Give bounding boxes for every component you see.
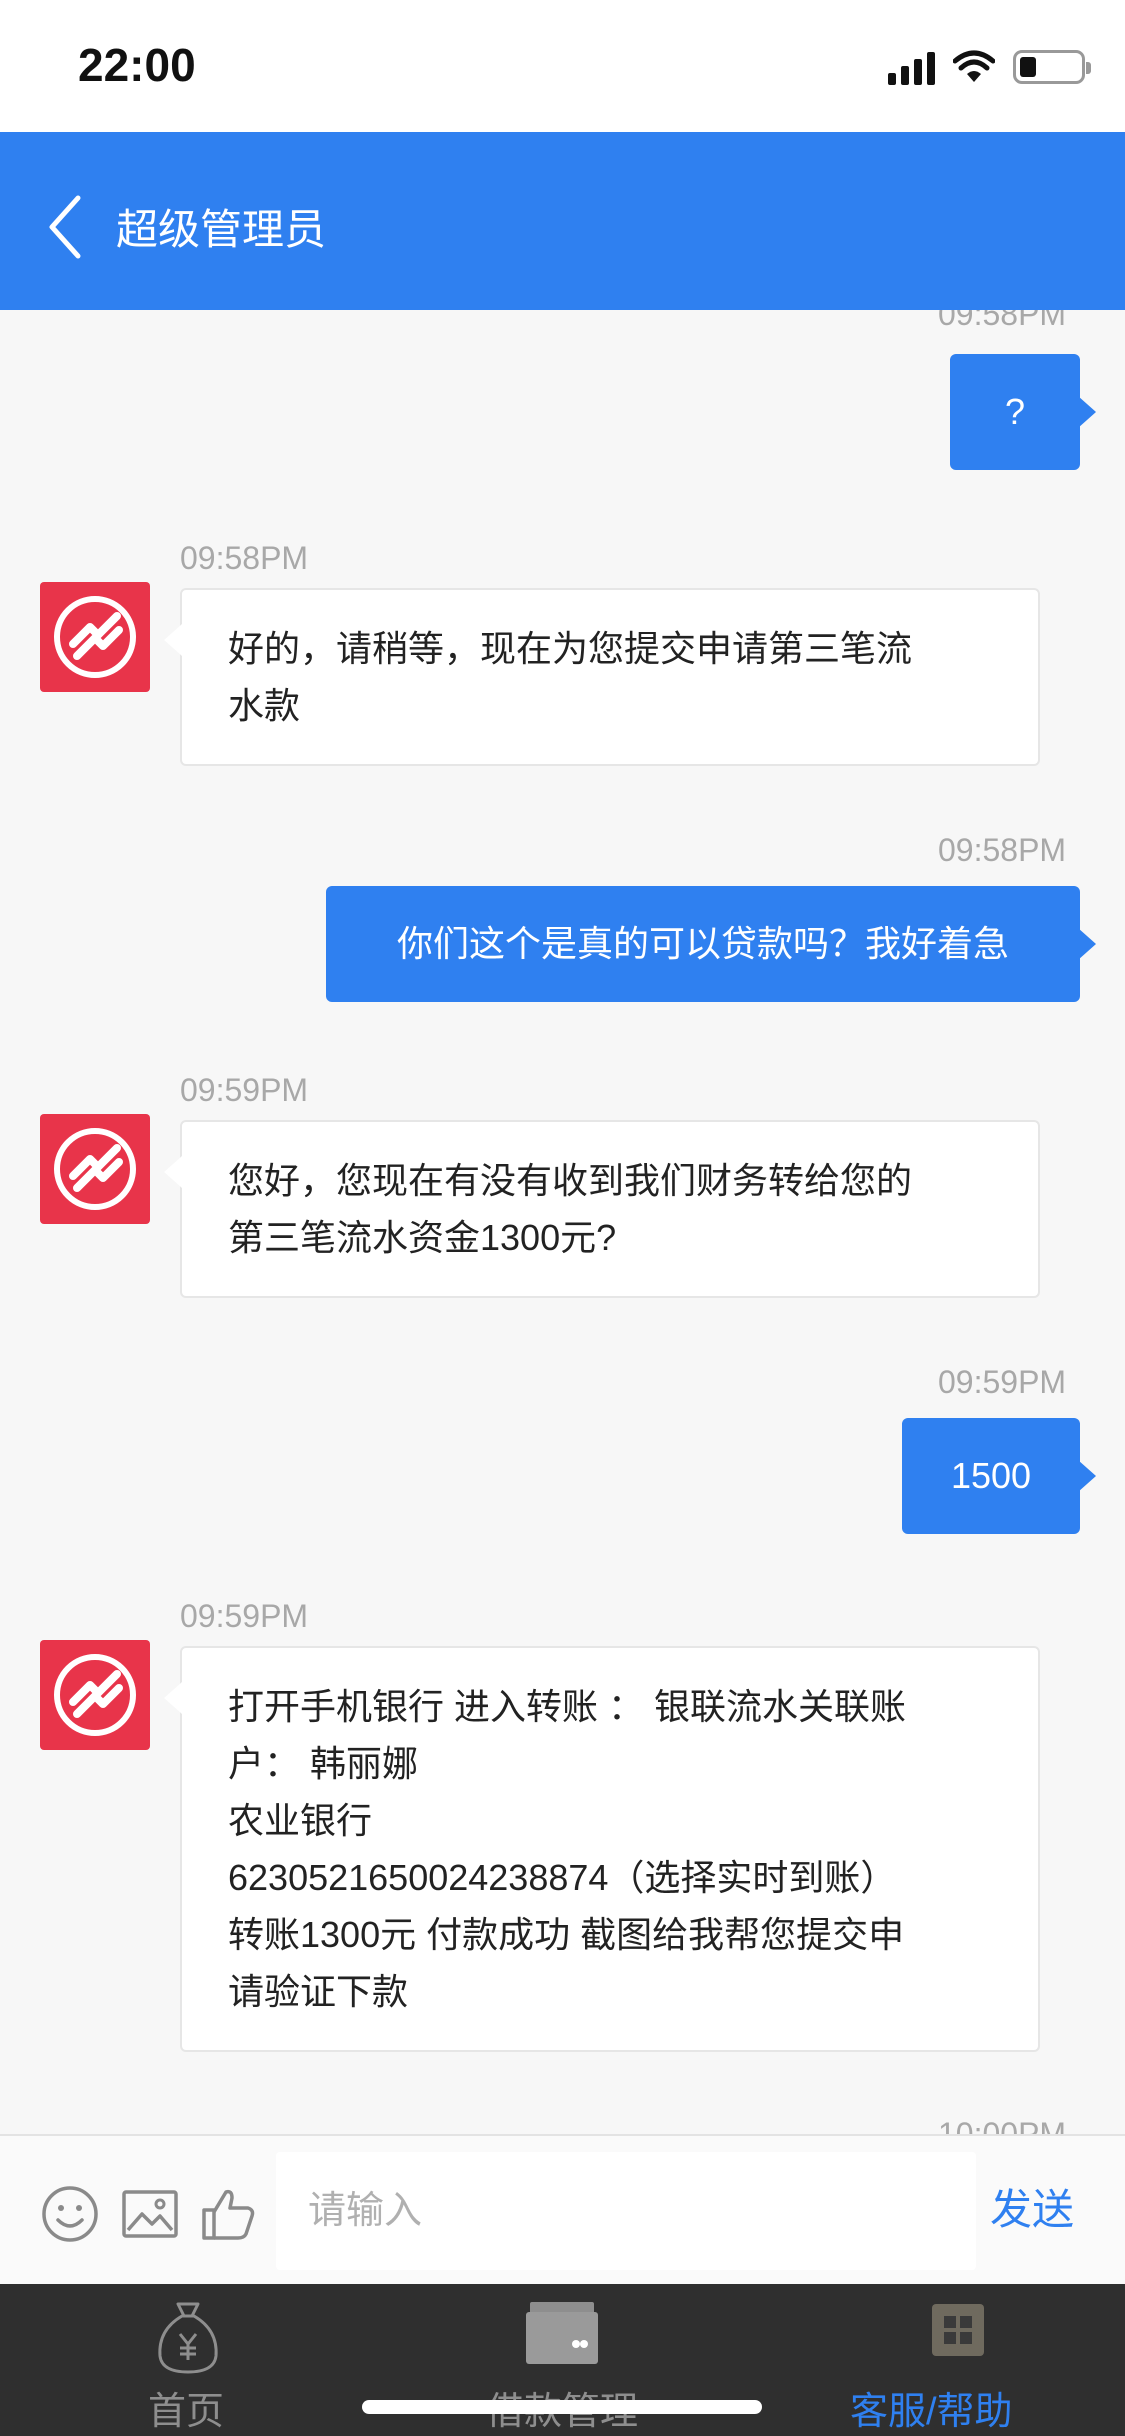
service-icon xyxy=(932,2304,984,2356)
tab-customer-service[interactable]: 客服/帮助 xyxy=(840,2284,1090,2436)
status-bar: 22:00 xyxy=(0,0,1125,132)
message-text-line: 第三笔流水资金1300元? xyxy=(228,1217,617,1258)
brand-logo-icon xyxy=(54,596,136,678)
tab-home[interactable]: 首页 xyxy=(100,2284,280,2436)
tab-label: 客服/帮助 xyxy=(850,2391,1013,2433)
message-text-line: 户： 韩丽娜 xyxy=(228,1743,419,1784)
bubble-tail xyxy=(164,1682,182,1714)
emoji-icon[interactable] xyxy=(40,2184,100,2244)
message-text: ? xyxy=(1004,391,1026,432)
agent-avatar xyxy=(40,1640,150,1750)
thumbs-up-icon[interactable] xyxy=(198,2184,258,2244)
back-icon[interactable] xyxy=(42,192,92,262)
wifi-icon xyxy=(953,50,995,82)
message-text-line: 转账1300元 付款成功 截图给我帮您提交申 xyxy=(228,1914,905,1955)
message-text-line: 好的，请稍等，现在为您提交申请第三笔流 xyxy=(228,628,913,669)
bubble-tail xyxy=(1078,928,1096,960)
cellular-signal-icon xyxy=(888,49,935,85)
message-text-line: 水款 xyxy=(228,685,301,726)
chat-header: 超级管理员 xyxy=(0,132,1125,310)
brand-logo-icon xyxy=(54,1654,136,1736)
outgoing-message-bubble[interactable]: 你们这个是真的可以贷款吗？我好着急 xyxy=(326,886,1096,1002)
message-input-bar: 发送 xyxy=(0,2134,1125,2284)
money-bag-icon xyxy=(158,2302,218,2374)
card-stack-icon xyxy=(526,2302,598,2364)
send-button[interactable]: 发送 xyxy=(990,2176,1074,2237)
message-timestamp: 09:58PM xyxy=(180,540,309,576)
agent-avatar xyxy=(40,1114,150,1224)
battery-icon xyxy=(1013,50,1091,84)
message-text-line: 打开手机银行 进入转账 ： 银联流水关联账 xyxy=(228,1686,907,1727)
message-text: 你们这个是真的可以贷款吗？我好着急 xyxy=(396,923,1009,964)
message-text-line: 农业银行 xyxy=(228,1800,373,1841)
agent-avatar xyxy=(40,582,150,692)
incoming-message-bubble[interactable]: 您好，您现在有没有收到我们财务转给您的 第三笔流水资金1300元? xyxy=(164,1120,1040,1298)
bubble-tail xyxy=(1078,1460,1096,1492)
incoming-message-bubble[interactable]: 打开手机银行 进入转账 ： 银联流水关联账 户： 韩丽娜 农业银行 623052… xyxy=(164,1646,1040,2052)
home-indicator xyxy=(362,2400,762,2414)
message-timestamp: 10:00PM xyxy=(938,2116,1067,2134)
tab-label: 首页 xyxy=(148,2391,225,2433)
status-time: 22:00 xyxy=(78,39,196,91)
incoming-message-bubble[interactable]: 好的，请稍等，现在为您提交申请第三笔流 水款 xyxy=(164,588,1040,766)
message-text-line: 请验证下款 xyxy=(228,1971,409,2012)
bubble-tail xyxy=(164,624,182,656)
message-timestamp: 09:58PM xyxy=(938,832,1067,868)
message-input[interactable] xyxy=(276,2152,976,2270)
message-text: 1500 xyxy=(950,1455,1032,1496)
page-title: 超级管理员 xyxy=(116,206,327,253)
message-timestamp: 09:59PM xyxy=(938,1364,1067,1400)
status-icons xyxy=(888,44,1091,90)
image-icon[interactable] xyxy=(120,2184,180,2244)
bubble-tail xyxy=(1078,396,1096,428)
message-timestamp: 09:58PM xyxy=(938,310,1067,332)
outgoing-message-bubble[interactable]: ? xyxy=(950,354,1096,470)
message-timestamp: 09:59PM xyxy=(180,1598,309,1634)
message-text-line: 6230521650024238874（选择实时到账） xyxy=(228,1857,897,1898)
bubble-tail xyxy=(164,1156,182,1188)
chat-message-list[interactable]: 09:58PM ? 09:58PM 好的，请稍等，现在为您提交申请第三笔流 水款… xyxy=(0,310,1125,2134)
message-text-line: 您好，您现在有没有收到我们财务转给您的 xyxy=(228,1160,913,1201)
message-timestamp: 09:59PM xyxy=(180,1072,309,1108)
brand-logo-icon xyxy=(54,1128,136,1210)
outgoing-message-bubble[interactable]: 1500 xyxy=(902,1418,1096,1534)
